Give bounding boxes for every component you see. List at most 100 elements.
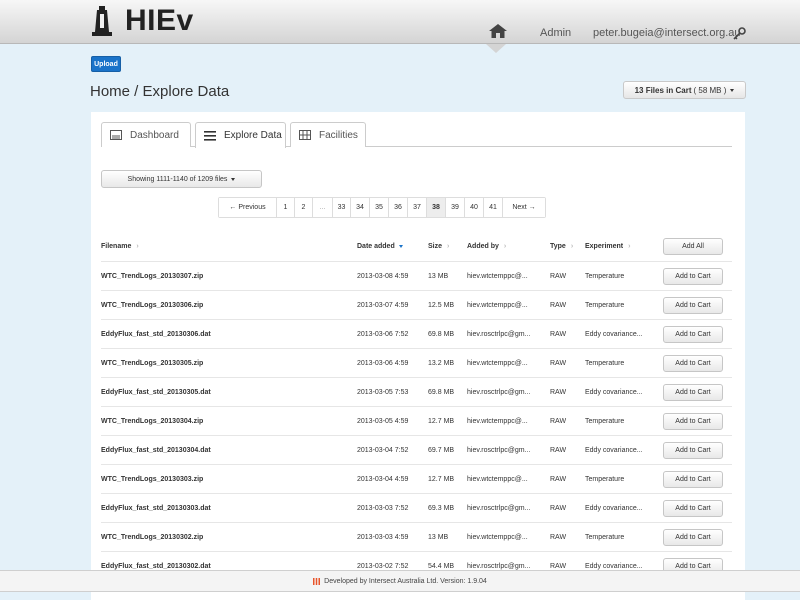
cell-experiment: Eddy covariance... [585, 505, 643, 512]
header-added-by[interactable]: Added by › [467, 232, 551, 261]
header-experiment-label: Experiment [585, 243, 624, 250]
building-icon [299, 130, 311, 140]
cell-added-by: hiev.wtctemppc@... [467, 360, 528, 367]
cell-action: Add to Cart [663, 436, 725, 465]
cell-filename[interactable]: WTC_TrendLogs_20130304.zip [101, 407, 351, 436]
cart-size: ( 58 MB ) [693, 85, 727, 95]
cell-date: 2013-03-05 4:59 [357, 418, 409, 425]
intersect-logo-icon [313, 577, 321, 585]
pagination-page[interactable]: 33 [333, 198, 351, 217]
cell-size: 12.7 MB [428, 418, 455, 425]
tab-explore-data-label: Explore Data [224, 130, 282, 141]
add-to-cart-button[interactable]: Add to Cart [663, 500, 723, 517]
cell-size: 13.2 MB [428, 360, 455, 367]
cell-added-by: hiev.rosctrlpc@gm... [467, 505, 531, 512]
table-row: WTC_TrendLogs_20130307.zip 2013-03-08 4:… [101, 261, 732, 290]
cell-date: 2013-03-04 7:52 [357, 447, 409, 454]
header-filename[interactable]: Filename › [101, 232, 351, 261]
cart-dropdown-button[interactable]: 13 Files in Cart ( 58 MB ) [623, 81, 746, 99]
add-to-cart-button[interactable]: Add to Cart [663, 442, 723, 459]
cell-experiment: Eddy covariance... [585, 447, 643, 454]
cell-type: RAW [550, 389, 567, 396]
add-to-cart-button[interactable]: Add to Cart [663, 413, 723, 430]
add-to-cart-button[interactable]: Add to Cart [663, 471, 723, 488]
cell-filename[interactable]: EddyFlux_fast_std_20130305.dat [101, 378, 351, 407]
add-all-button[interactable]: Add All [663, 238, 723, 255]
tab-facilities-label: Facilities [319, 129, 358, 141]
tab-explore-data[interactable]: Explore Data [195, 122, 286, 148]
table-row: WTC_TrendLogs_20130302.zip 2013-03-03 4:… [101, 522, 732, 551]
header-experiment[interactable]: Experiment › [585, 232, 660, 261]
cell-date: 2013-03-03 7:52 [357, 505, 409, 512]
dashboard-icon [110, 130, 122, 140]
cell-size: 69.3 MB [428, 505, 455, 512]
nav-user-link[interactable]: peter.bugeia@intersect.org.au [593, 27, 741, 39]
cell-filename[interactable]: EddyFlux_fast_std_20130306.dat [101, 320, 351, 349]
cell-experiment: Eddy covariance... [585, 331, 643, 338]
cell-type: RAW [550, 505, 567, 512]
table-row: WTC_TrendLogs_20130306.zip 2013-03-07 4:… [101, 290, 732, 319]
add-to-cart-button[interactable]: Add to Cart [663, 297, 723, 314]
cell-filename[interactable]: WTC_TrendLogs_20130302.zip [101, 523, 351, 552]
add-to-cart-button[interactable]: Add to Cart [663, 326, 723, 343]
add-to-cart-button[interactable]: Add to Cart [663, 529, 723, 546]
pagination-page[interactable]: 2 [295, 198, 313, 217]
cell-type: RAW [550, 360, 567, 367]
nav-admin-link[interactable]: Admin [540, 27, 571, 39]
pagination-page[interactable]: 34 [351, 198, 370, 217]
top-navbar: HIEv Admin peter.bugeia@intersect.org.au [0, 0, 800, 44]
pagination-page[interactable]: 41 [484, 198, 503, 217]
pagination-page[interactable]: 36 [389, 198, 408, 217]
pagination-next[interactable]: Next → [503, 198, 545, 217]
cell-filename[interactable]: WTC_TrendLogs_20130305.zip [101, 349, 351, 378]
tab-facilities[interactable]: Facilities [290, 122, 366, 147]
cell-size: 69.7 MB [428, 447, 455, 454]
add-to-cart-button[interactable]: Add to Cart [663, 268, 723, 285]
app-logo[interactable]: HIEv [91, 4, 194, 37]
add-to-cart-button[interactable]: Add to Cart [663, 355, 723, 372]
cell-filename[interactable]: WTC_TrendLogs_20130306.zip [101, 291, 351, 320]
pagination-page[interactable]: 1 [277, 198, 295, 217]
active-nav-indicator [486, 44, 506, 53]
header-type-label: Type [550, 243, 566, 250]
header-type[interactable]: Type › [550, 232, 585, 261]
pagination-page[interactable]: 37 [408, 198, 427, 217]
cell-filename[interactable]: EddyFlux_fast_std_20130303.dat [101, 494, 351, 523]
page-size-dropdown[interactable]: Showing 1111-1140 of 1209 files [101, 170, 262, 188]
key-icon[interactable] [733, 27, 746, 40]
tab-bar: Dashboard Explore Data Facilities [101, 122, 732, 148]
pagination-page[interactable]: 35 [370, 198, 389, 217]
tab-dashboard[interactable]: Dashboard [101, 122, 191, 147]
cell-type: RAW [550, 418, 567, 425]
pagination-page[interactable]: 39 [446, 198, 465, 217]
header-filename-label: Filename [101, 243, 132, 250]
upload-button[interactable]: Upload [91, 56, 121, 72]
home-icon[interactable] [489, 24, 507, 38]
header-size[interactable]: Size › [428, 232, 468, 261]
pagination-page[interactable]: 40 [465, 198, 484, 217]
cell-added-by: hiev.rosctrlpc@gm... [467, 331, 531, 338]
chevron-down-icon [730, 88, 735, 92]
cell-type: RAW [550, 476, 567, 483]
cell-experiment: Temperature [585, 273, 625, 280]
cell-added-by: hiev.wtctemppc@... [467, 273, 528, 280]
table-row: WTC_TrendLogs_20130303.zip 2013-03-04 4:… [101, 464, 732, 493]
cell-filename[interactable]: WTC_TrendLogs_20130303.zip [101, 465, 351, 494]
showing-label: Showing 1111-1140 of 1209 files [127, 175, 228, 183]
header-date-added[interactable]: Date added [357, 232, 427, 261]
cell-filename[interactable]: EddyFlux_fast_std_20130304.dat [101, 436, 351, 465]
list-icon [204, 130, 216, 141]
pagination-page-active[interactable]: 38 [427, 198, 446, 217]
cell-size: 12.5 MB [428, 302, 455, 309]
cell-action: Add to Cart [663, 291, 725, 320]
logo-text: HIEv [125, 4, 194, 37]
cell-filename[interactable]: WTC_TrendLogs_20130307.zip [101, 262, 351, 291]
cell-experiment: Temperature [585, 476, 625, 483]
sort-icon: › [503, 243, 507, 250]
sort-icon: › [447, 243, 450, 250]
cell-type: RAW [550, 331, 567, 338]
files-table: Filename › Date added Size › Added by › Typ… [101, 232, 732, 580]
cell-size: 69.8 MB [428, 331, 455, 338]
pagination-previous[interactable]: ← Previous [219, 198, 277, 217]
add-to-cart-button[interactable]: Add to Cart [663, 384, 723, 401]
